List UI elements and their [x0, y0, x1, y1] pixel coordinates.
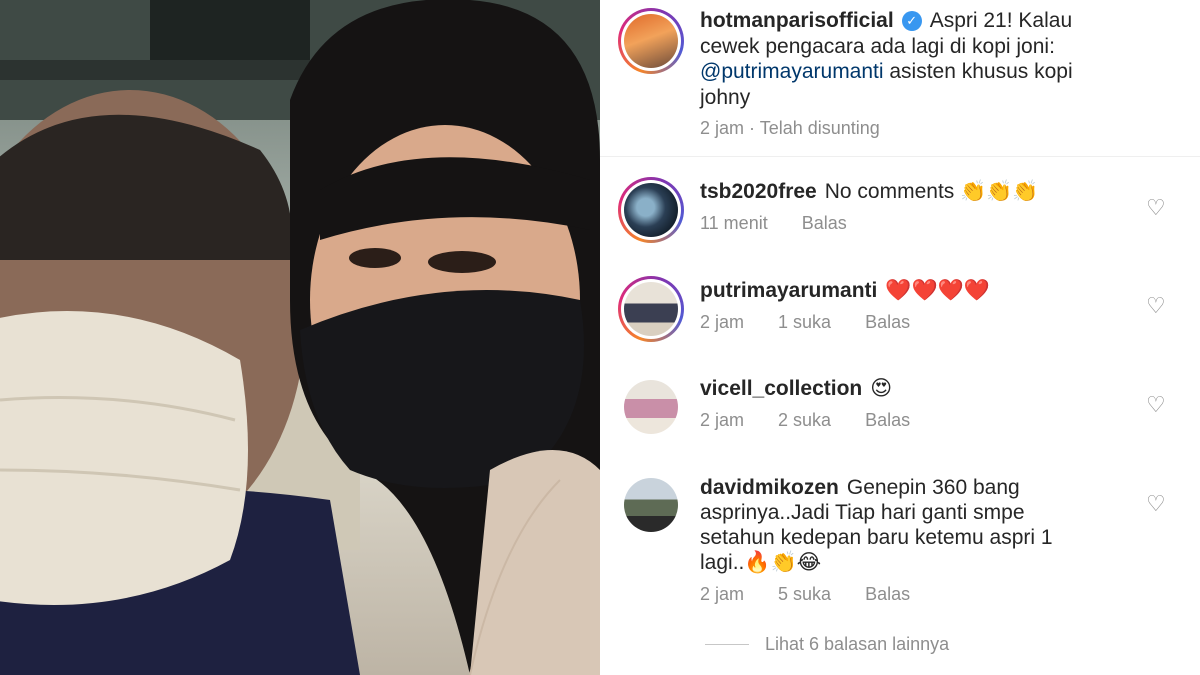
comment-username[interactable]: davidmikozen [700, 476, 839, 499]
post-edited: Telah disunting [759, 118, 880, 138]
post-caption-line2: cewek pengacara ada lagi di kopi joni: [700, 35, 1055, 58]
comment-body: No comments [824, 180, 955, 203]
like-count[interactable]: 1 suka [778, 312, 831, 332]
verified-badge-icon: ✓ [901, 11, 922, 31]
comment-1-meta: 11 menit Balas [700, 213, 881, 234]
post-caption-line1: hotmanparisofficial ✓ Aspri 21! Kalau [700, 8, 1072, 34]
emoji: 👏👏👏 [960, 180, 1039, 203]
heart-icon[interactable]: ♡ [1146, 195, 1166, 221]
post-username[interactable]: hotmanparisofficial [700, 9, 894, 32]
comments-panel [600, 0, 1200, 675]
heart-icon[interactable]: ♡ [1146, 392, 1166, 418]
comment-time: 2 jam [700, 584, 745, 604]
video-frame-photo [0, 0, 600, 675]
caption-text: asisten khusus kopi [883, 60, 1073, 83]
post-author-avatar[interactable] [618, 8, 684, 74]
emoji: 🔥👏😂 [744, 551, 822, 574]
comment-avatar[interactable] [618, 177, 684, 243]
caption-text: Aspri 21! Kalau [929, 9, 1073, 32]
selfie-illustration [0, 0, 600, 675]
comment-username[interactable]: vicell_collection [700, 377, 862, 400]
comment-2-text: putrimayarumanti ❤️❤️❤️❤️ [700, 278, 990, 304]
comment-1-text: tsb2020free No comments 👏👏👏 [700, 179, 1039, 205]
mention-link[interactable]: @putrimayarumanti [700, 60, 884, 83]
post-caption-line3: @putrimayarumanti asisten khusus kopi [700, 59, 1073, 85]
comment-username[interactable]: putrimayarumanti [700, 279, 877, 302]
comment-time: 2 jam [700, 410, 745, 430]
divider [600, 156, 1200, 157]
comment-body: lagi.. [700, 551, 745, 574]
comment-4-line3: setahun kedepan baru ketemu aspri 1 [700, 526, 1053, 549]
comment-3-text: vicell_collection 😍 [700, 376, 892, 402]
replies-divider [705, 644, 749, 645]
heart-icon[interactable]: ♡ [1146, 293, 1166, 319]
emoji: ❤️❤️❤️❤️ [885, 279, 990, 302]
comment-3-meta: 2 jam 2 suka Balas [700, 410, 944, 431]
heart-icon[interactable]: ♡ [1146, 491, 1166, 517]
reply-button[interactable]: Balas [865, 410, 910, 430]
comment-time: 11 menit [700, 213, 768, 233]
comment-avatar[interactable] [624, 478, 678, 532]
comment-time: 2 jam [700, 312, 745, 332]
comment-2-meta: 2 jam 1 suka Balas [700, 312, 944, 333]
comment-username[interactable]: tsb2020free [700, 180, 817, 203]
like-count[interactable]: 2 suka [778, 410, 831, 430]
comment-4-line1: davidmikozen Genepin 360 bang [700, 475, 1020, 501]
comment-avatar[interactable] [624, 380, 678, 434]
comment-avatar[interactable] [618, 276, 684, 342]
post-caption-line4: johny [700, 86, 751, 109]
reply-button[interactable]: Balas [865, 584, 910, 604]
reply-button[interactable]: Balas [865, 312, 910, 332]
comment-body: Genepin 360 bang [846, 476, 1020, 499]
comment-4-line2: asprinya..Jadi Tiap hari ganti smpe [700, 501, 1025, 524]
like-count[interactable]: 5 suka [778, 584, 831, 604]
view-replies-label[interactable]: Lihat 6 balasan lainnya [765, 634, 949, 655]
emoji: 😍 [870, 377, 893, 400]
view-more-replies-button[interactable]: Lihat 6 balasan lainnya [705, 634, 949, 655]
comment-4-meta: 2 jam 5 suka Balas [700, 584, 944, 605]
reply-button[interactable]: Balas [802, 213, 847, 233]
comment-4-line4: lagi..🔥👏😂 [700, 550, 821, 576]
post-meta: 2 jam · Telah disunting [700, 118, 880, 138]
post-time: 2 jam [700, 118, 745, 138]
